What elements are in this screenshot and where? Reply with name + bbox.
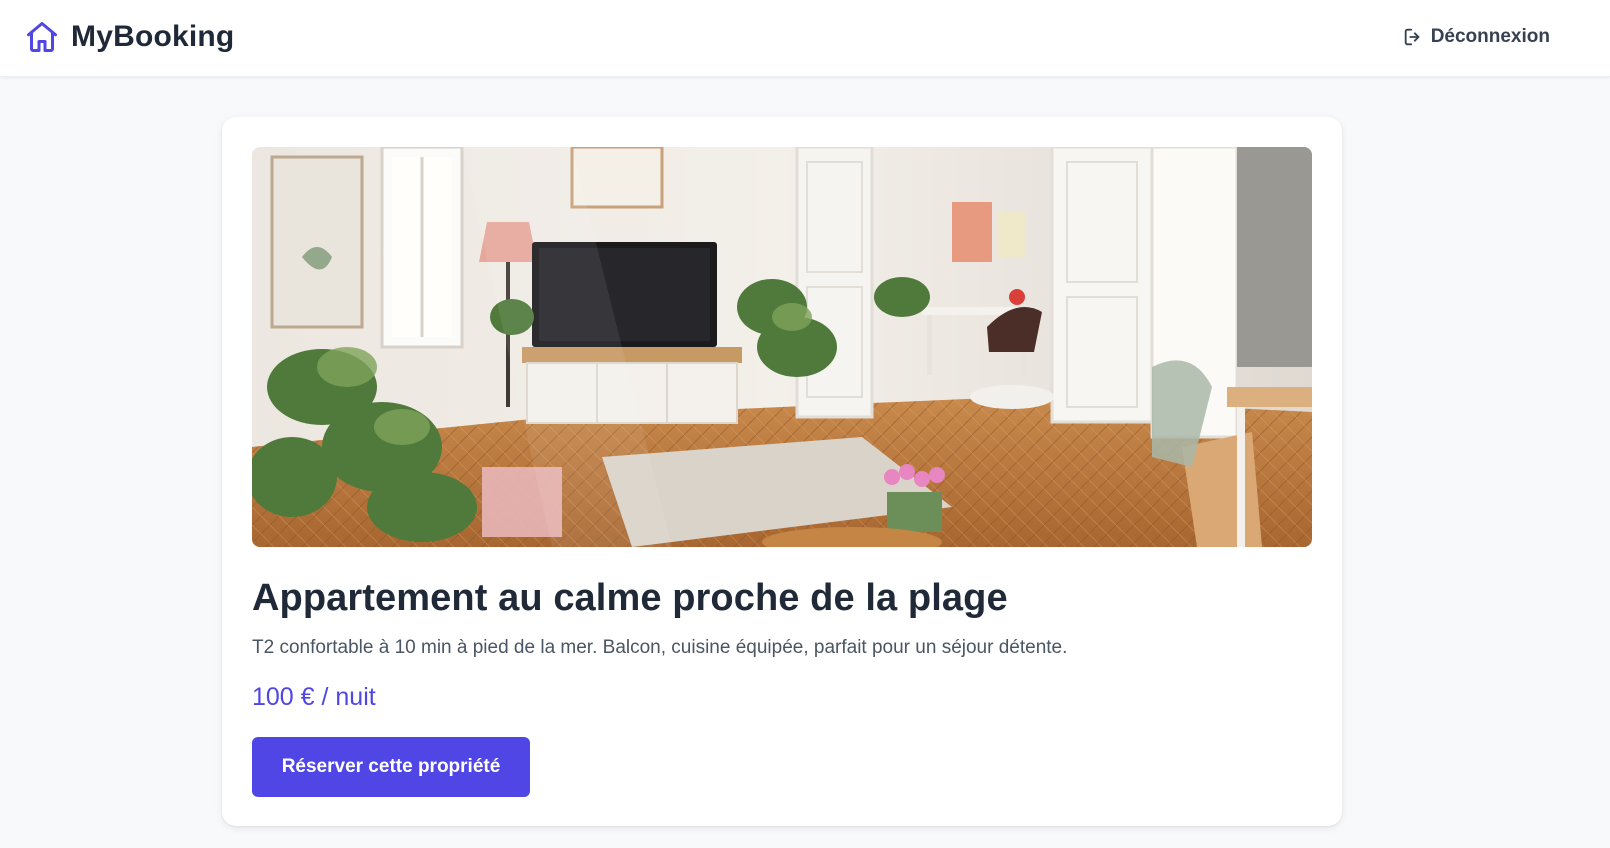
brand-link[interactable]: MyBooking: [24, 17, 234, 57]
logout-label: Déconnexion: [1430, 26, 1550, 47]
property-card: Appartement au calme proche de la plage …: [222, 117, 1342, 826]
brand-name: MyBooking: [71, 20, 235, 53]
logout-icon: [1404, 28, 1420, 46]
property-photo: [252, 147, 1312, 547]
property-description: T2 confortable à 10 min à pied de la mer…: [252, 637, 1068, 658]
property-title: Appartement au calme proche de la plage: [252, 577, 1008, 619]
home-icon: [27, 22, 57, 52]
logout-button[interactable]: Déconnexion: [1402, 22, 1550, 52]
property-price: 100 € / nuit: [252, 683, 376, 711]
reserve-button[interactable]: Réserver cette propriété: [252, 737, 530, 797]
top-navbar: MyBooking Déconnexion: [0, 0, 1610, 77]
